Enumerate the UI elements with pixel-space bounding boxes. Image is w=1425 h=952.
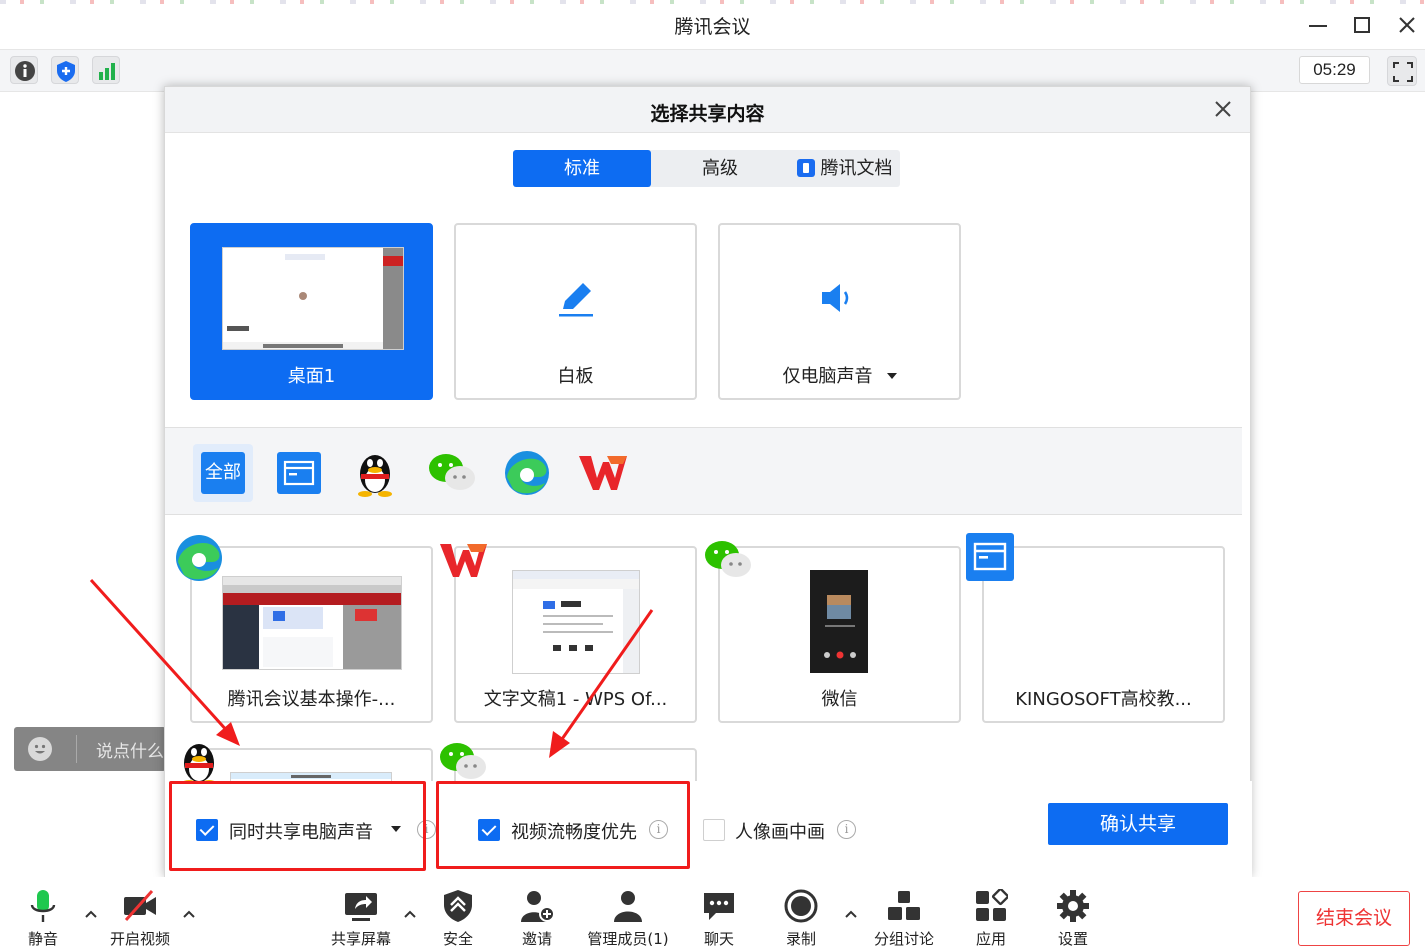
apps-button[interactable]: 应用 [961, 877, 1021, 952]
chevron-up-icon[interactable] [84, 907, 98, 921]
invite-button[interactable]: 邀请 [507, 877, 567, 952]
apps-icon [976, 889, 1008, 921]
manage-members-label: 管理成员(1) [587, 930, 669, 948]
manage-members-button[interactable]: 管理成员(1) [580, 877, 676, 952]
security-button[interactable]: 安全 [428, 877, 488, 952]
start-video-button[interactable]: 开启视频 [100, 877, 180, 952]
mute-label: 静音 [27, 930, 58, 948]
chat-label: 聊天 [703, 930, 734, 948]
meeting-control-bar: 静音 开启视频 共享屏幕 安全 邀请 管理成员(1) 聊天 录制 分组讨论 应用… [0, 877, 1425, 952]
record-icon [784, 889, 818, 923]
breakout-rooms-label: 分组讨论 [873, 930, 934, 948]
chevron-up-icon[interactable] [403, 907, 417, 921]
chat-button[interactable]: 聊天 [689, 877, 749, 952]
settings-label: 设置 [1057, 930, 1088, 948]
share-screen-button[interactable]: 共享屏幕 [322, 877, 400, 952]
record-button[interactable]: 录制 [771, 877, 831, 952]
invite-label: 邀请 [521, 930, 552, 948]
chat-icon [704, 893, 734, 920]
share-screen-icon [345, 893, 377, 921]
settings-button[interactable]: 设置 [1043, 877, 1103, 952]
security-label: 安全 [442, 930, 473, 948]
start-video-label: 开启视频 [109, 930, 170, 948]
shield-icon [444, 890, 472, 922]
end-meeting-button[interactable]: 结束会议 [1298, 891, 1410, 946]
invite-icon [521, 891, 554, 922]
annotation-arrows [89, 578, 654, 758]
record-label: 录制 [785, 930, 816, 948]
apps-label: 应用 [975, 930, 1006, 948]
breakout-icon [888, 891, 920, 920]
gear-icon [1057, 890, 1089, 922]
chevron-up-icon[interactable] [182, 907, 196, 921]
mute-button[interactable]: 静音 [12, 877, 74, 952]
breakout-rooms-button[interactable]: 分组讨论 [866, 877, 942, 952]
chevron-up-icon[interactable] [844, 907, 858, 921]
share-screen-label: 共享屏幕 [330, 930, 391, 948]
members-icon [614, 891, 642, 922]
microphone-icon [30, 890, 56, 922]
video-off-icon [124, 889, 156, 922]
